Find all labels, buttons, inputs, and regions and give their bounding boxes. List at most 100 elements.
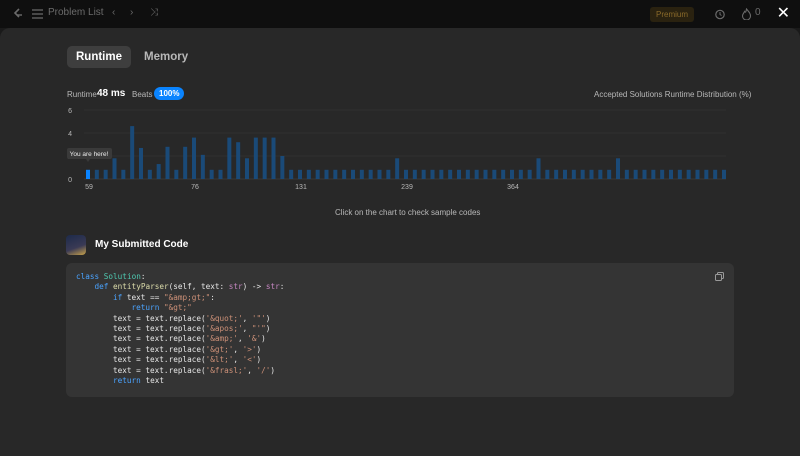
y-tick-label: 0 <box>68 177 72 184</box>
chart-bar[interactable] <box>298 169 302 179</box>
chart-bar[interactable] <box>589 169 594 179</box>
chart-bar[interactable] <box>598 169 603 179</box>
chart-bar[interactable] <box>289 169 294 179</box>
chart-bar[interactable] <box>686 169 691 179</box>
close-icon[interactable]: ✕ <box>777 6 790 22</box>
code-line: text = text.replace('&lt;', '<') <box>76 355 262 365</box>
chart-bar[interactable] <box>633 169 638 179</box>
chart-bar[interactable] <box>430 169 435 179</box>
fire-icon[interactable] <box>741 8 752 20</box>
chart-bar[interactable] <box>457 169 461 179</box>
chart-bar[interactable] <box>421 169 426 179</box>
next-problem-icon[interactable]: › <box>130 7 133 18</box>
code-line: text = text.replace('&apos;', "'") <box>76 324 271 334</box>
x-axis-ticks: 59 76 131 239 364 <box>85 184 519 191</box>
chart-bar[interactable] <box>395 158 400 179</box>
chart-bar[interactable] <box>439 169 444 179</box>
submitted-code-title: My Submitted Code <box>95 239 189 250</box>
chart-bar[interactable] <box>245 158 249 179</box>
chart-bar[interactable] <box>510 169 514 179</box>
chart-bar[interactable] <box>545 169 550 179</box>
chart-bar[interactable] <box>271 137 276 179</box>
chart-bar[interactable] <box>704 169 709 179</box>
beats-badge: 100% <box>154 87 185 100</box>
chart-bar[interactable] <box>103 169 108 179</box>
chart-bar[interactable] <box>192 137 196 179</box>
chart-bar[interactable] <box>262 137 267 179</box>
runtime-label: Runtime <box>67 90 97 99</box>
tab-memory[interactable]: Memory <box>135 46 197 68</box>
chart-bar[interactable] <box>94 169 99 179</box>
chart-bar[interactable] <box>130 126 135 179</box>
chart-bar[interactable] <box>580 169 585 179</box>
list-icon[interactable] <box>32 9 43 19</box>
chart-bar[interactable] <box>404 169 408 179</box>
code-line: def entityParser(self, text: str) -> str… <box>94 282 285 292</box>
problem-list-link[interactable]: Problem List <box>48 7 104 18</box>
chart-bar[interactable] <box>174 169 179 179</box>
chart-bar[interactable] <box>669 169 673 179</box>
logo-icon[interactable] <box>12 8 24 20</box>
copy-icon[interactable] <box>715 272 724 281</box>
chart-bar[interactable] <box>412 169 417 179</box>
chart-bar[interactable] <box>474 169 479 179</box>
chart-bar[interactable] <box>492 169 497 179</box>
chart-bar[interactable] <box>651 169 656 179</box>
chart-bar[interactable] <box>624 169 629 179</box>
chart-bar[interactable] <box>333 169 338 179</box>
shuffle-icon[interactable]: ⤨ <box>150 7 158 18</box>
chart-bar[interactable] <box>165 146 170 179</box>
chart-bar[interactable] <box>695 169 700 179</box>
chart-bar[interactable] <box>236 142 241 179</box>
chart-bar[interactable] <box>280 156 285 179</box>
chart-bar[interactable] <box>121 169 126 179</box>
chart-bar[interactable] <box>324 169 329 179</box>
chart-bar[interactable] <box>156 164 161 179</box>
chart-bar[interactable] <box>86 169 90 179</box>
chart-bar[interactable] <box>200 154 205 179</box>
chart-bar[interactable] <box>315 169 320 179</box>
chart-bar[interactable] <box>209 169 214 179</box>
chart-bar[interactable] <box>607 169 612 179</box>
chart-bar[interactable] <box>147 169 152 179</box>
you-are-here-tooltip: You are here! <box>67 148 112 162</box>
chart-bar[interactable] <box>660 169 665 179</box>
chart-bar[interactable] <box>112 158 117 179</box>
prev-problem-icon[interactable]: ‹ <box>112 7 115 18</box>
chart-bar[interactable] <box>554 169 559 179</box>
chart-bar[interactable] <box>253 137 258 179</box>
chart-bar[interactable] <box>218 169 223 179</box>
premium-button[interactable]: Premium <box>650 7 695 22</box>
avatar[interactable] <box>66 235 86 255</box>
chart-bar[interactable] <box>386 169 391 179</box>
chart-bar[interactable] <box>483 169 488 179</box>
chart-bar[interactable] <box>306 169 311 179</box>
chart-bar[interactable] <box>465 169 470 179</box>
chart-bar[interactable] <box>536 158 541 179</box>
chart-bar[interactable] <box>359 169 364 179</box>
chart-bar[interactable] <box>677 169 682 179</box>
chart-bar[interactable] <box>139 147 143 179</box>
tab-runtime[interactable]: Runtime <box>67 46 131 68</box>
chart-bar[interactable] <box>351 169 355 179</box>
x-tick-label: 131 <box>295 184 307 191</box>
chart-bar[interactable] <box>368 169 373 179</box>
chart-bar[interactable] <box>722 169 726 179</box>
chart-bar[interactable] <box>616 158 620 179</box>
chart-bar[interactable] <box>377 169 382 179</box>
chart-bar[interactable] <box>183 146 188 179</box>
chart-bar[interactable] <box>448 169 453 179</box>
x-tick-label: 239 <box>401 184 413 191</box>
chart-bar[interactable] <box>563 169 567 179</box>
chart-bar[interactable] <box>642 169 647 179</box>
chart-bar[interactable] <box>527 169 532 179</box>
alarm-icon[interactable] <box>714 8 726 20</box>
chart-bar[interactable] <box>518 169 523 179</box>
chart-bar[interactable] <box>501 169 506 179</box>
tooltip-arrow <box>86 159 90 162</box>
chart-bar[interactable] <box>571 169 576 179</box>
chart-bar[interactable] <box>227 137 232 179</box>
chart-bar[interactable] <box>342 169 347 179</box>
code-line: text = text.replace('&amp;', '&') <box>76 334 266 344</box>
chart-bar[interactable] <box>713 169 718 179</box>
